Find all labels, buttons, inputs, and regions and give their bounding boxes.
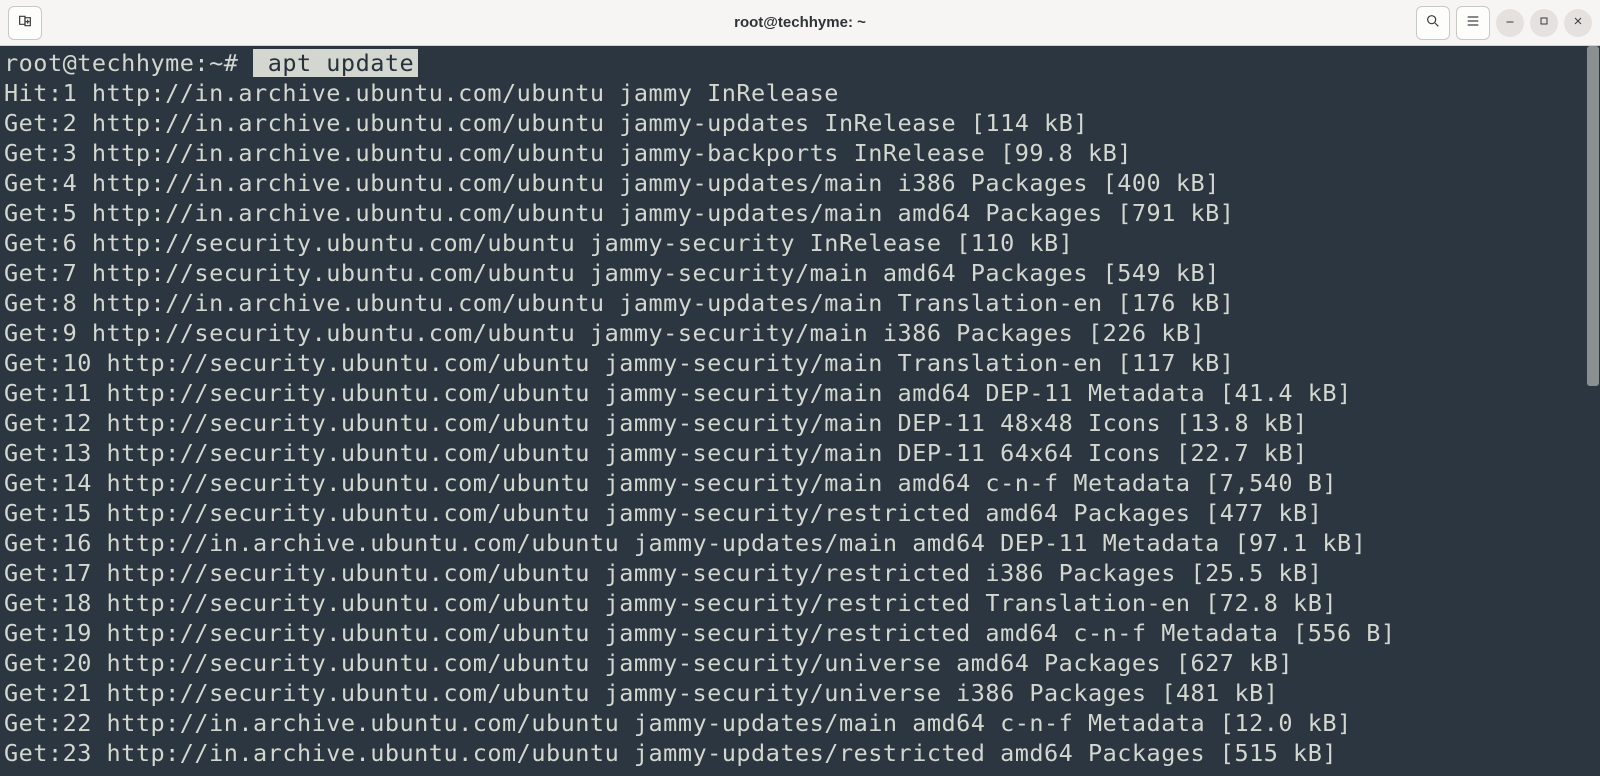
- output-line: Get:9 http://security.ubuntu.com/ubuntu …: [4, 318, 1596, 348]
- maximize-icon: [1538, 15, 1550, 30]
- hamburger-icon: [1465, 13, 1481, 32]
- titlebar: root@techhyme: ~: [0, 0, 1600, 46]
- terminal[interactable]: root@techhyme:~# apt update Hit:1 http:/…: [0, 46, 1600, 776]
- maximize-button[interactable]: [1530, 9, 1558, 37]
- new-tab-icon: [17, 13, 33, 32]
- new-tab-button[interactable]: [8, 6, 42, 40]
- output-line: Get:15 http://security.ubuntu.com/ubuntu…: [4, 498, 1596, 528]
- output-line: Get:4 http://in.archive.ubuntu.com/ubunt…: [4, 168, 1596, 198]
- output-line: Get:11 http://security.ubuntu.com/ubuntu…: [4, 378, 1596, 408]
- terminal-output: Hit:1 http://in.archive.ubuntu.com/ubunt…: [4, 78, 1596, 768]
- search-icon: [1425, 13, 1441, 32]
- scrollbar-thumb[interactable]: [1587, 46, 1599, 386]
- titlebar-right: [1416, 6, 1592, 40]
- prompt-line: root@techhyme:~# apt update: [4, 48, 1596, 78]
- output-line: Get:22 http://in.archive.ubuntu.com/ubun…: [4, 708, 1596, 738]
- output-line: Get:12 http://security.ubuntu.com/ubuntu…: [4, 408, 1596, 438]
- command-text: apt update: [253, 49, 418, 77]
- output-line: Get:8 http://in.archive.ubuntu.com/ubunt…: [4, 288, 1596, 318]
- close-icon: [1572, 15, 1584, 30]
- output-line: Get:13 http://security.ubuntu.com/ubuntu…: [4, 438, 1596, 468]
- output-line: Get:5 http://in.archive.ubuntu.com/ubunt…: [4, 198, 1596, 228]
- hamburger-menu-button[interactable]: [1456, 6, 1490, 40]
- minimize-icon: [1504, 15, 1516, 30]
- output-line: Get:14 http://security.ubuntu.com/ubuntu…: [4, 468, 1596, 498]
- output-line: Get:10 http://security.ubuntu.com/ubuntu…: [4, 348, 1596, 378]
- output-line: Get:2 http://in.archive.ubuntu.com/ubunt…: [4, 108, 1596, 138]
- window-title: root@techhyme: ~: [734, 14, 866, 31]
- close-button[interactable]: [1564, 9, 1592, 37]
- output-line: Get:7 http://security.ubuntu.com/ubuntu …: [4, 258, 1596, 288]
- minimize-button[interactable]: [1496, 9, 1524, 37]
- output-line: Get:17 http://security.ubuntu.com/ubuntu…: [4, 558, 1596, 588]
- prompt-text: root@techhyme:~#: [4, 49, 238, 77]
- search-button[interactable]: [1416, 6, 1450, 40]
- output-line: Get:16 http://in.archive.ubuntu.com/ubun…: [4, 528, 1596, 558]
- output-line: Get:20 http://security.ubuntu.com/ubuntu…: [4, 648, 1596, 678]
- output-line: Get:6 http://security.ubuntu.com/ubuntu …: [4, 228, 1596, 258]
- output-line: Get:18 http://security.ubuntu.com/ubuntu…: [4, 588, 1596, 618]
- output-line: Get:19 http://security.ubuntu.com/ubuntu…: [4, 618, 1596, 648]
- scrollbar[interactable]: [1586, 46, 1600, 776]
- output-line: Hit:1 http://in.archive.ubuntu.com/ubunt…: [4, 78, 1596, 108]
- output-line: Get:3 http://in.archive.ubuntu.com/ubunt…: [4, 138, 1596, 168]
- output-line: Get:21 http://security.ubuntu.com/ubuntu…: [4, 678, 1596, 708]
- titlebar-left: [8, 6, 42, 40]
- output-line: Get:23 http://in.archive.ubuntu.com/ubun…: [4, 738, 1596, 768]
